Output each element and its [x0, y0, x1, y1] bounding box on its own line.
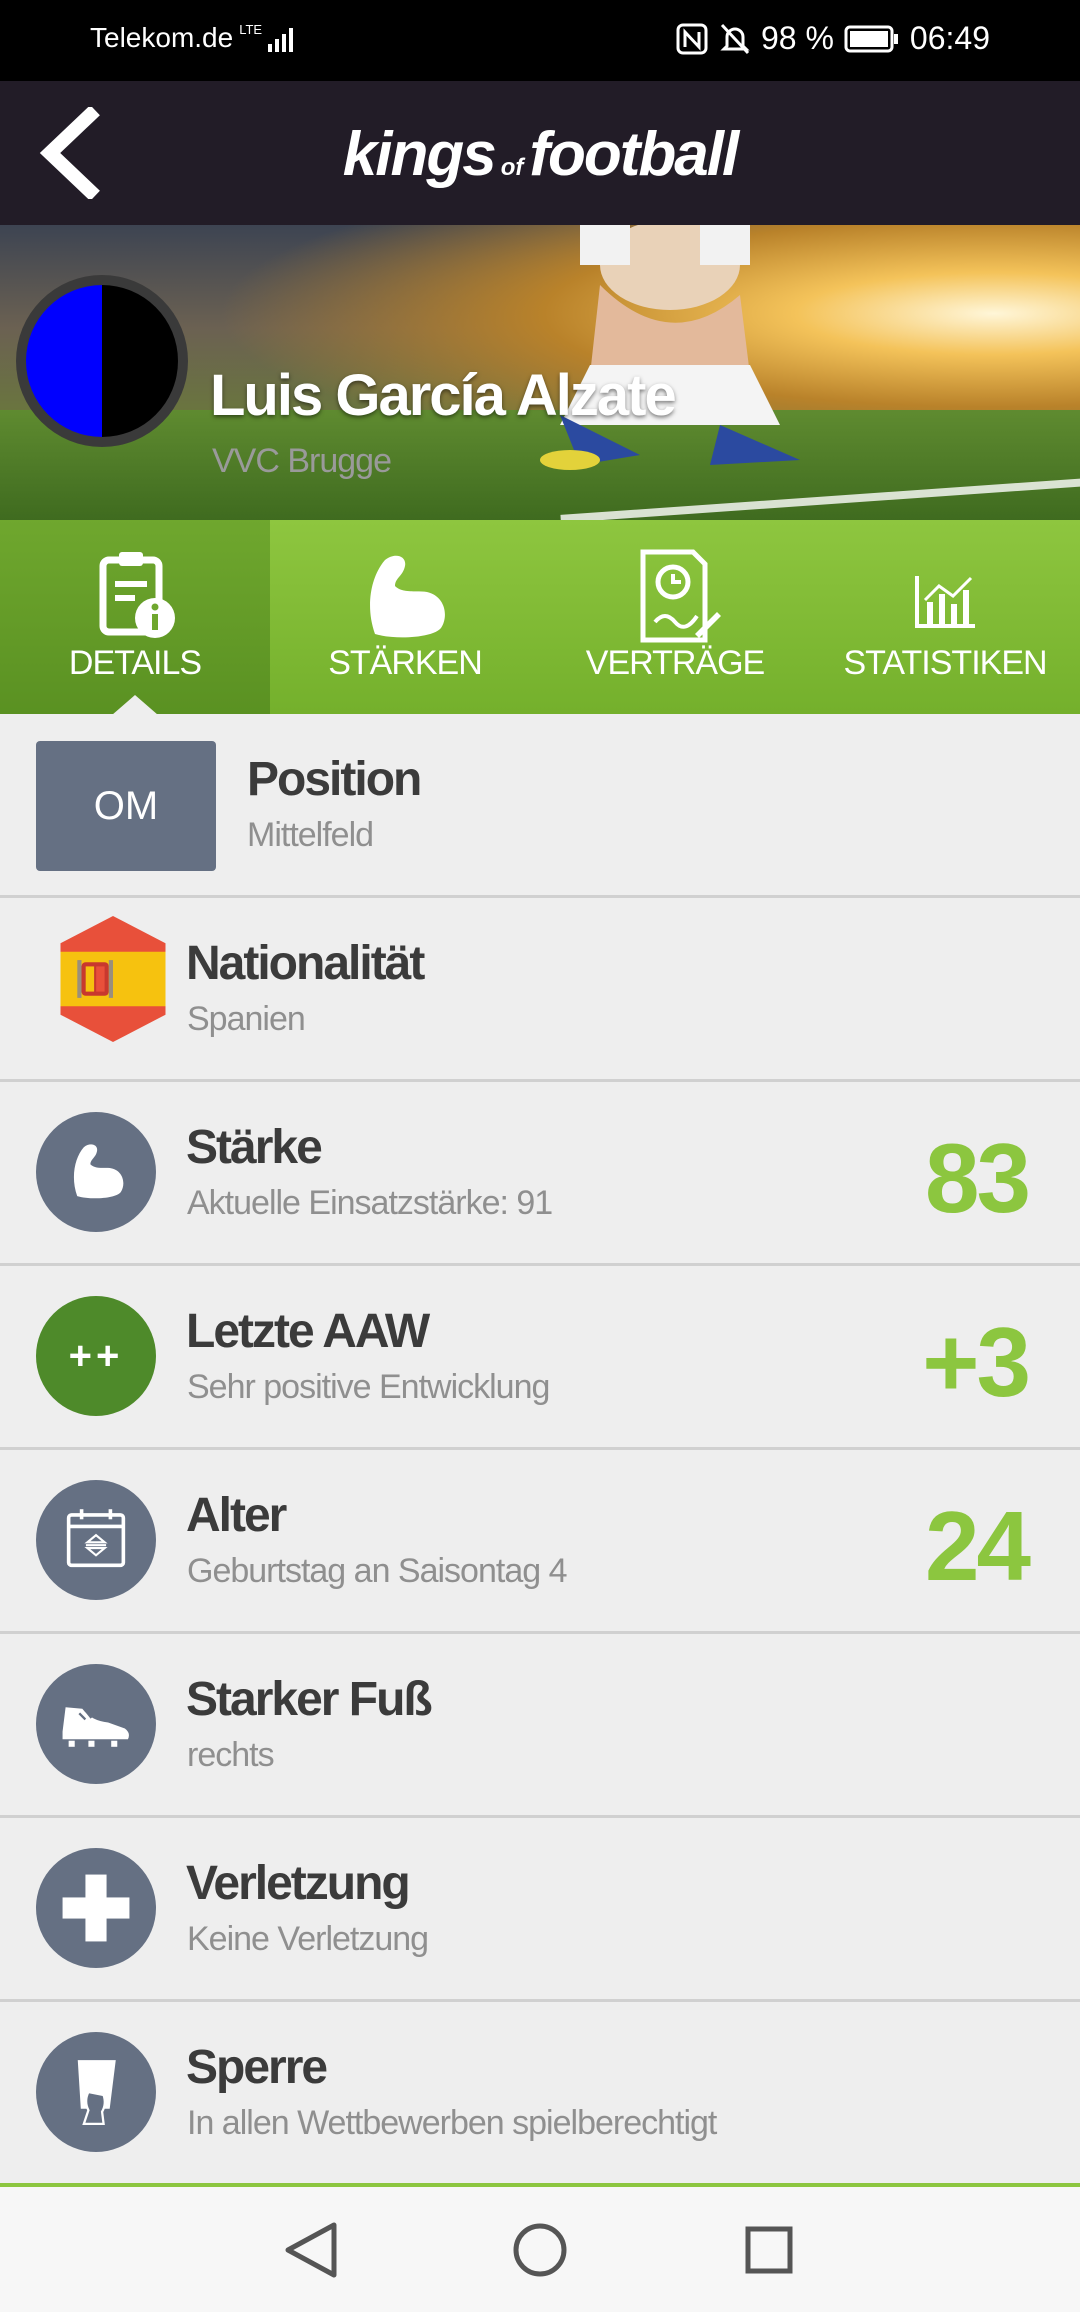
clock: 06:49	[909, 20, 990, 56]
celebrating-player-image	[540, 225, 800, 470]
detail-row-age: Alter Geburtstag an Saisontag 4 24	[0, 1450, 1080, 1634]
player-name: Luis García Alzate	[210, 363, 677, 428]
foot-icon-circle	[36, 1664, 156, 1784]
logo-text-of: of	[500, 154, 524, 181]
aaw-badge-text: ++	[68, 1333, 124, 1378]
player-tabs: DETAILS STÄRKEN VERTRÄGE STATISTIKEN	[0, 520, 1080, 715]
mute-bell-icon	[720, 23, 750, 54]
battery-icon	[844, 25, 898, 52]
strength-value: 83	[924, 1123, 1031, 1233]
carrier-label: Telekom.de	[90, 22, 234, 53]
logo-text-kings: kings	[342, 120, 497, 189]
detail-subtitle: Sehr positive Entwicklung	[187, 1368, 550, 1406]
detail-row-injury: Verletzung Keine Verletzung	[0, 1818, 1080, 2002]
player-hero-banner: Luis García Alzate VVC Brugge	[0, 225, 1080, 520]
detail-title: Sperre	[186, 2041, 328, 2094]
crest-half-blue	[26, 285, 102, 437]
referee-card-icon	[77, 2060, 116, 2126]
status-bar: Telekom.de LTE 98 % 06:49	[0, 0, 1080, 81]
football-boot-icon	[62, 1707, 129, 1747]
tab-vertraege[interactable]: VERTRÄGE	[540, 520, 810, 714]
tab-statistiken[interactable]: STATISTIKEN	[810, 520, 1080, 714]
aaw-badge-circle: ++	[36, 1296, 156, 1416]
status-right: 98 % 06:49	[675, 20, 990, 57]
detail-row-strong-foot: Starker Fuß rechts	[0, 1634, 1080, 1818]
system-nav-bar	[0, 2187, 1080, 2312]
detail-row-position: OM Position Mittelfeld	[0, 714, 1080, 898]
club-crest	[16, 275, 188, 447]
nav-home-icon[interactable]	[505, 2217, 575, 2283]
bar-chart-icon	[915, 576, 975, 628]
suspension-icon-circle	[36, 2032, 156, 2152]
tab-details[interactable]: DETAILS	[0, 520, 270, 715]
detail-subtitle: Keine Verletzung	[187, 1920, 429, 1958]
detail-subtitle: In allen Wettbewerben spielberechtigt	[187, 2104, 717, 2142]
detail-subtitle: Mittelfeld	[247, 816, 374, 854]
detail-title: Letzte AAW	[186, 1305, 430, 1358]
tab-staerken[interactable]: STÄRKEN	[270, 520, 540, 714]
position-badge: OM	[36, 741, 216, 871]
battery-percent: 98 %	[760, 20, 834, 56]
clipboard-info-icon	[99, 552, 175, 638]
detail-title: Verletzung	[186, 1857, 411, 1910]
calendar-icon	[66, 1509, 126, 1568]
app-logo: kings offootball	[0, 119, 1080, 190]
aaw-value: +3	[922, 1307, 1031, 1417]
detail-row-strength: Stärke Aktuelle Einsatzstärke: 91 83	[0, 1082, 1080, 1266]
signal-icon	[268, 28, 294, 52]
detail-title: Alter	[186, 1489, 287, 1542]
nav-recents-icon[interactable]	[734, 2217, 804, 2283]
detail-row-nationality: Nationalität Spanien	[0, 898, 1080, 1082]
detail-subtitle: Aktuelle Einsatzstärke: 91	[187, 1184, 553, 1222]
spain-flag-icon	[60, 916, 166, 1042]
active-tab-caret	[112, 695, 158, 715]
detail-title: Position	[247, 753, 422, 806]
nfc-icon	[676, 23, 708, 54]
age-value: 24	[924, 1491, 1031, 1601]
crest-half-black	[102, 285, 178, 437]
age-icon-circle	[36, 1480, 156, 1600]
detail-title: Nationalität	[186, 937, 425, 990]
injury-icon-circle	[36, 1848, 156, 1968]
network-label: LTE	[239, 22, 263, 37]
detail-row-last-aaw: ++ Letzte AAW Sehr positive Entwicklung …	[0, 1266, 1080, 1450]
flexed-arm-icon	[73, 1144, 124, 1199]
detail-subtitle: Geburtstag an Saisontag 4	[187, 1552, 567, 1590]
logo-text-football: football	[529, 120, 739, 189]
flexed-arm-icon	[370, 555, 445, 638]
app-header: kings offootball	[0, 81, 1080, 225]
detail-subtitle: Spanien	[187, 1000, 306, 1038]
details-list: OM Position Mittelfeld Nationalität Span…	[0, 714, 1080, 2186]
detail-subtitle: rechts	[187, 1736, 275, 1774]
tab-statistiken-label: STATISTIKEN	[843, 644, 1047, 682]
medical-cross-icon	[62, 1874, 130, 1942]
club-crest-fill	[26, 285, 178, 437]
detail-row-suspension: Sperre In allen Wettbewerben spielberech…	[0, 2002, 1080, 2186]
status-left: Telekom.de LTE	[90, 22, 298, 54]
tab-vertraege-label: VERTRÄGE	[585, 644, 765, 682]
detail-title: Stärke	[186, 1121, 323, 1174]
tab-details-label: DETAILS	[68, 644, 202, 682]
strength-icon-circle	[36, 1112, 156, 1232]
player-club: VVC Brugge	[212, 442, 392, 480]
detail-title: Starker Fuß	[186, 1673, 433, 1726]
contract-clock-icon	[640, 549, 721, 643]
nav-back-icon[interactable]	[276, 2217, 346, 2283]
tab-staerken-label: STÄRKEN	[328, 644, 483, 682]
